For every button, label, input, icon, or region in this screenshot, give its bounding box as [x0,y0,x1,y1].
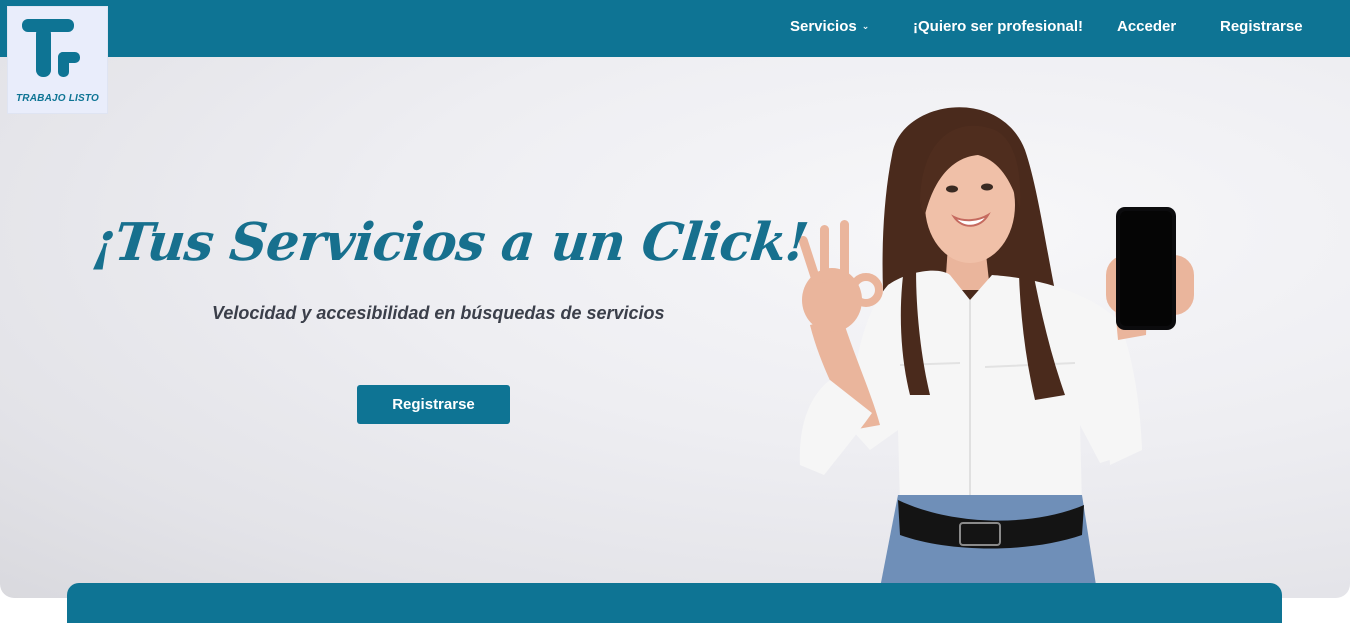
main-navigation: Servicios ⌄ ¡Quiero ser profesional! Acce… [0,0,1350,57]
content-section-top [67,583,1282,623]
hero-section [0,0,1350,598]
nav-item-acceder[interactable]: Acceder [1117,17,1176,37]
hero-headline: ¡Tus Servicios a un Click! [89,212,811,273]
nav-item-servicios[interactable]: Servicios ⌄ [790,17,869,38]
hero-photo [798,107,1194,598]
hero-subheadline: Velocidad y accesibilidad en búsquedas d… [212,303,665,323]
nav-item-registrarse[interactable]: Registrarse [1220,17,1303,37]
chevron-down-icon: ⌄ [861,21,870,31]
nav-item-quiero-ser-profesional[interactable]: ¡Quiero ser profesional! [913,17,1083,37]
register-button[interactable]: Registrarse [357,385,510,424]
brand-name: TRABAJO LISTO [16,93,99,104]
nav-item-label: Servicios [790,18,857,35]
